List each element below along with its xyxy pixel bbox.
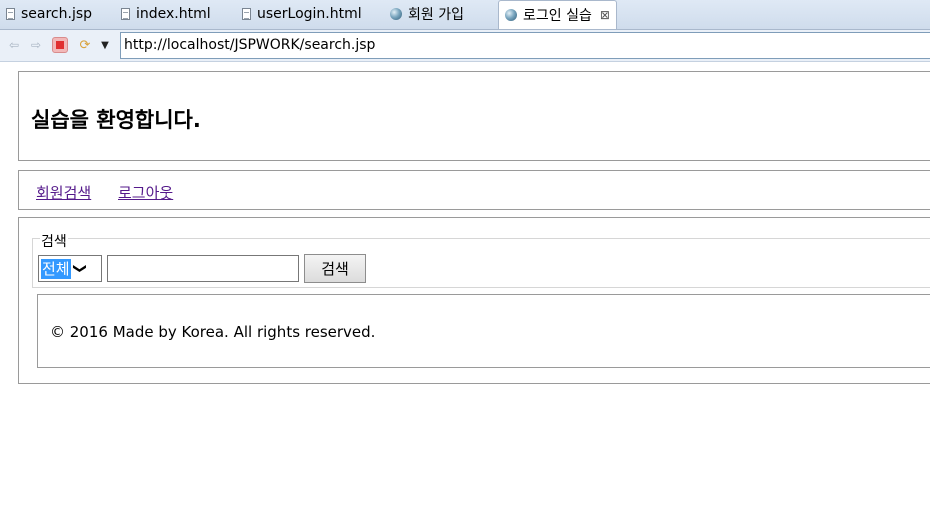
search-scope-select[interactable]: 전체 ❯ bbox=[38, 255, 102, 282]
globe-icon bbox=[505, 9, 517, 21]
refresh-icon[interactable]: ⟳ bbox=[77, 37, 93, 53]
search-input[interactable] bbox=[107, 255, 299, 282]
tab-login-practice[interactable]: 로그인 실습 ⊠ bbox=[498, 0, 617, 29]
tab-label: userLogin.html bbox=[257, 6, 362, 22]
url-field[interactable]: http://localhost/JSPWORK/search.jsp bbox=[120, 32, 930, 59]
page-header: 실습을 환영합니다. bbox=[18, 71, 930, 161]
select-value: 전체 bbox=[41, 258, 71, 279]
search-fieldset: 검색 전체 ❯ 검색 bbox=[32, 231, 930, 288]
file-icon bbox=[6, 8, 15, 20]
page-title: 실습을 환영합니다. bbox=[31, 108, 201, 132]
tab-label: 회원 가입 bbox=[408, 7, 464, 23]
search-legend: 검색 bbox=[40, 231, 68, 251]
globe-icon bbox=[390, 8, 402, 20]
tab-search-jsp[interactable]: search.jsp bbox=[6, 0, 92, 28]
chevron-down-icon: ❯ bbox=[71, 263, 87, 274]
search-button[interactable]: 검색 bbox=[304, 254, 366, 283]
file-icon bbox=[121, 8, 130, 20]
tab-label: search.jsp bbox=[21, 6, 93, 22]
logout-link[interactable]: 로그아웃 bbox=[118, 182, 173, 203]
close-tab-icon[interactable]: ⊠ bbox=[600, 8, 610, 22]
tab-member-signup[interactable]: 회원 가입 bbox=[390, 0, 464, 28]
member-search-link[interactable]: 회원검색 bbox=[36, 182, 91, 203]
back-icon[interactable]: ⇦ bbox=[6, 37, 22, 53]
file-icon bbox=[242, 8, 251, 20]
chevron-down-icon[interactable]: ▼ bbox=[97, 37, 113, 53]
tab-label: index.html bbox=[136, 6, 211, 22]
copyright-text: © 2016 Made by Korea. All rights reserve… bbox=[50, 323, 376, 341]
forward-icon[interactable]: ⇨ bbox=[28, 37, 44, 53]
main-content: 검색 전체 ❯ 검색 © 2016 Made by Korea. All rig… bbox=[18, 217, 930, 384]
tab-userlogin-html[interactable]: userLogin.html bbox=[242, 0, 362, 28]
nav-bar: 회원검색 로그아웃 bbox=[18, 170, 930, 210]
tab-index-html[interactable]: index.html bbox=[121, 0, 211, 28]
editor-tab-bar: search.jsp index.html userLogin.html 회원 … bbox=[0, 0, 930, 30]
stop-icon[interactable] bbox=[52, 37, 68, 53]
page-footer: © 2016 Made by Korea. All rights reserve… bbox=[37, 294, 930, 368]
tab-label: 로그인 실습 bbox=[523, 8, 592, 24]
